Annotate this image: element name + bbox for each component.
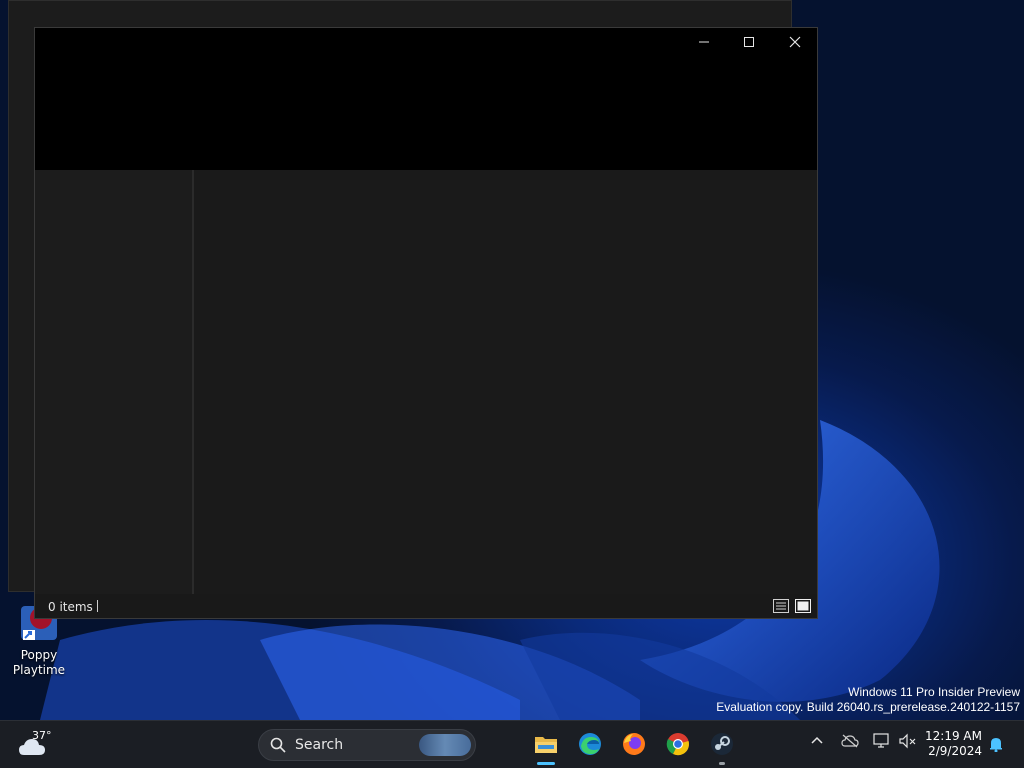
desktop-icon-label-line1: Poppy bbox=[20, 648, 58, 662]
minimize-button[interactable] bbox=[681, 28, 727, 56]
evaluation-watermark: Windows 11 Pro Insider Preview Evaluatio… bbox=[716, 685, 1020, 715]
large-icons-view-icon bbox=[795, 599, 811, 613]
taskbar-app-edge[interactable] bbox=[577, 731, 603, 757]
onedrive-offline-icon bbox=[841, 734, 859, 748]
weather-temperature: 37° bbox=[32, 729, 52, 742]
maximize-icon bbox=[744, 37, 754, 47]
watermark-line1: Windows 11 Pro Insider Preview bbox=[848, 685, 1020, 699]
taskbar: 37° Search 12:19 AM 2/9/2024 bbox=[0, 720, 1024, 768]
navigation-pane[interactable] bbox=[35, 170, 194, 594]
volume-muted-icon bbox=[899, 733, 916, 749]
maximize-button[interactable] bbox=[726, 28, 772, 56]
steam-icon bbox=[711, 733, 733, 755]
clock-date: 2/9/2024 bbox=[928, 744, 982, 758]
details-view-icon bbox=[773, 599, 789, 613]
search-highlight-image bbox=[419, 734, 471, 756]
file-list-area[interactable] bbox=[194, 170, 817, 594]
item-count: 0 items bbox=[48, 600, 93, 614]
edge-icon bbox=[579, 733, 601, 755]
taskbar-app-steam[interactable] bbox=[709, 731, 735, 757]
chrome-icon bbox=[666, 733, 689, 756]
status-bar: 0 items bbox=[35, 594, 817, 618]
clock-time: 12:19 AM bbox=[925, 729, 982, 743]
show-hidden-icons-button[interactable] bbox=[810, 733, 824, 752]
chevron-up-icon bbox=[811, 736, 823, 744]
taskbar-app-file-explorer[interactable] bbox=[533, 731, 559, 757]
large-icons-view-button[interactable] bbox=[795, 598, 811, 613]
taskbar-search-box[interactable]: Search bbox=[258, 729, 476, 761]
watermark-line2: Evaluation copy. Build 26040.rs_prerelea… bbox=[716, 700, 1020, 714]
desktop-icon-label-line2: Playtime bbox=[12, 663, 66, 677]
volume-button[interactable] bbox=[899, 733, 917, 753]
network-button[interactable] bbox=[873, 733, 891, 753]
active-app-indicator bbox=[537, 762, 555, 765]
taskbar-clock[interactable]: 12:19 AM 2/9/2024 bbox=[925, 729, 982, 759]
minimize-icon bbox=[699, 41, 709, 43]
close-icon bbox=[789, 36, 801, 48]
search-label: Search bbox=[295, 737, 344, 753]
firefox-icon bbox=[623, 733, 645, 755]
running-app-indicator bbox=[719, 762, 725, 765]
status-separator bbox=[97, 600, 98, 612]
file-explorer-window[interactable]: 0 items bbox=[34, 27, 818, 619]
search-icon bbox=[270, 737, 286, 753]
taskbar-app-firefox[interactable] bbox=[621, 731, 647, 757]
title-bar[interactable] bbox=[35, 28, 817, 170]
close-button[interactable] bbox=[772, 28, 818, 56]
network-icon bbox=[873, 733, 889, 748]
notifications-button[interactable] bbox=[988, 736, 1004, 756]
file-explorer-icon bbox=[535, 737, 557, 753]
bell-icon bbox=[990, 738, 1002, 753]
onedrive-button[interactable] bbox=[841, 733, 859, 752]
weather-widget[interactable]: 37° bbox=[18, 729, 58, 759]
details-view-button[interactable] bbox=[773, 598, 789, 613]
taskbar-app-chrome[interactable] bbox=[665, 731, 691, 757]
